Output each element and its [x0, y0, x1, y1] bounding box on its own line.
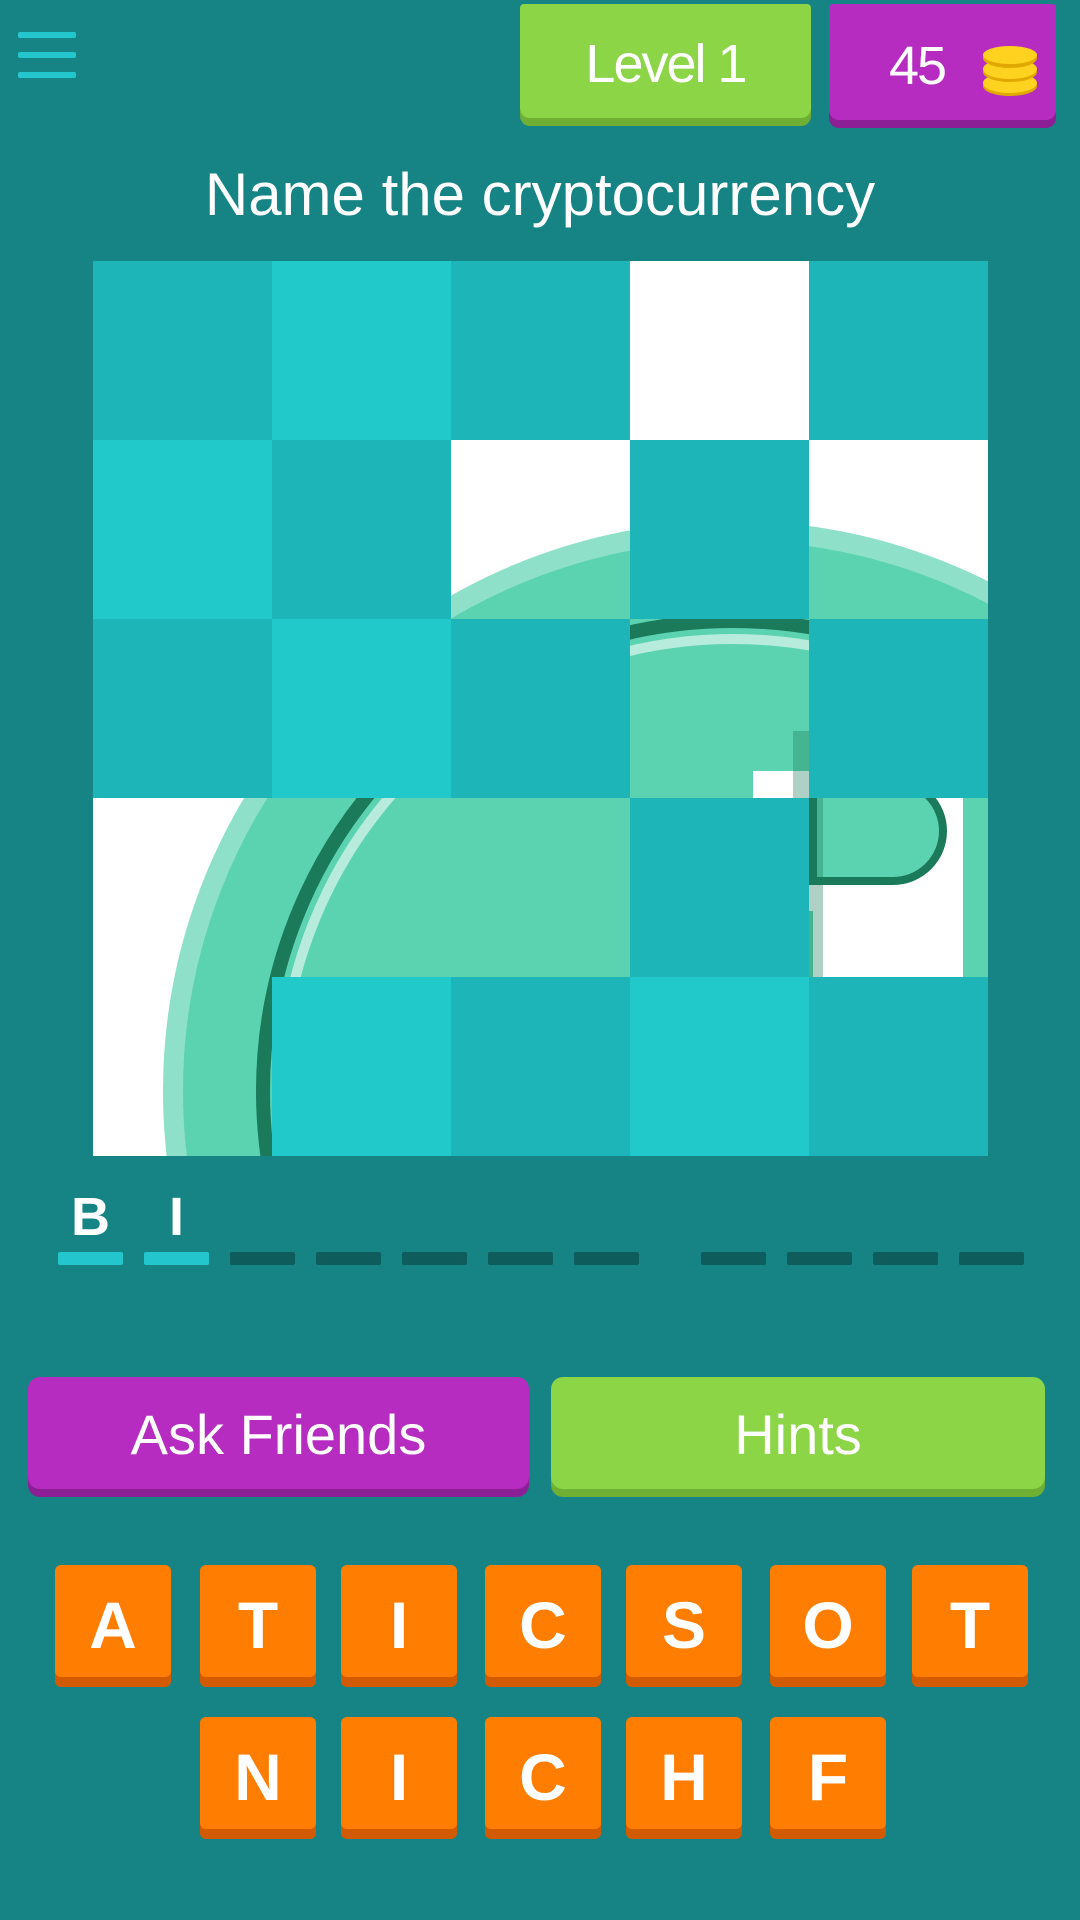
answer-slot[interactable] [873, 1252, 938, 1265]
coins-badge[interactable]: 45 [829, 4, 1056, 120]
answer-slot[interactable] [144, 1252, 209, 1265]
letter-key[interactable]: H [626, 1717, 742, 1829]
hidden-tile[interactable] [451, 619, 630, 798]
answer-slot[interactable] [402, 1252, 467, 1265]
answer-slot[interactable] [701, 1252, 766, 1265]
hidden-tile[interactable] [272, 619, 451, 798]
letter-key[interactable]: I [341, 1565, 457, 1677]
answer-slot[interactable] [58, 1252, 123, 1265]
hidden-tile[interactable] [809, 261, 988, 440]
hidden-tile[interactable] [451, 261, 630, 440]
hidden-tile[interactable] [630, 798, 809, 977]
letter-key[interactable]: O [770, 1565, 886, 1677]
level-badge: Level 1 [520, 4, 811, 118]
letter-key[interactable]: T [200, 1565, 316, 1677]
hidden-tile[interactable] [93, 619, 272, 798]
answer-slot[interactable] [959, 1252, 1024, 1265]
hidden-tile[interactable] [272, 261, 451, 440]
ask-friends-button[interactable]: Ask Friends [28, 1377, 529, 1489]
hints-button[interactable]: Hints [551, 1377, 1045, 1489]
answer-letter-2[interactable]: I [144, 1186, 209, 1248]
hidden-tile[interactable] [93, 440, 272, 619]
letter-key[interactable]: C [485, 1565, 601, 1677]
coin-stack-icon [983, 46, 1037, 96]
hidden-tile[interactable] [272, 440, 451, 619]
letter-key[interactable]: S [626, 1565, 742, 1677]
hamburger-menu-icon[interactable] [18, 32, 78, 92]
letter-key[interactable]: A [55, 1565, 171, 1677]
answer-slot[interactable] [230, 1252, 295, 1265]
hidden-tile[interactable] [809, 619, 988, 798]
hidden-tile[interactable] [451, 977, 630, 1156]
question-text: Name the cryptocurrency [204, 161, 876, 228]
answer-slot[interactable] [316, 1252, 381, 1265]
puzzle-image-grid [93, 261, 988, 1156]
letter-key[interactable]: T [912, 1565, 1028, 1677]
letter-key[interactable]: F [770, 1717, 886, 1829]
hidden-tile[interactable] [93, 261, 272, 440]
answer-letter-1[interactable]: B [58, 1186, 123, 1248]
letter-key[interactable]: I [341, 1717, 457, 1829]
hidden-tile[interactable] [809, 977, 988, 1156]
letter-key[interactable]: N [200, 1717, 316, 1829]
answer-slot[interactable] [787, 1252, 852, 1265]
hidden-tile[interactable] [630, 440, 809, 619]
answer-slot[interactable] [488, 1252, 553, 1265]
answer-slot[interactable] [574, 1252, 639, 1265]
coins-count: 45 [889, 36, 947, 96]
hidden-tile[interactable] [272, 977, 451, 1156]
letter-key[interactable]: C [485, 1717, 601, 1829]
hidden-tile[interactable] [630, 977, 809, 1156]
